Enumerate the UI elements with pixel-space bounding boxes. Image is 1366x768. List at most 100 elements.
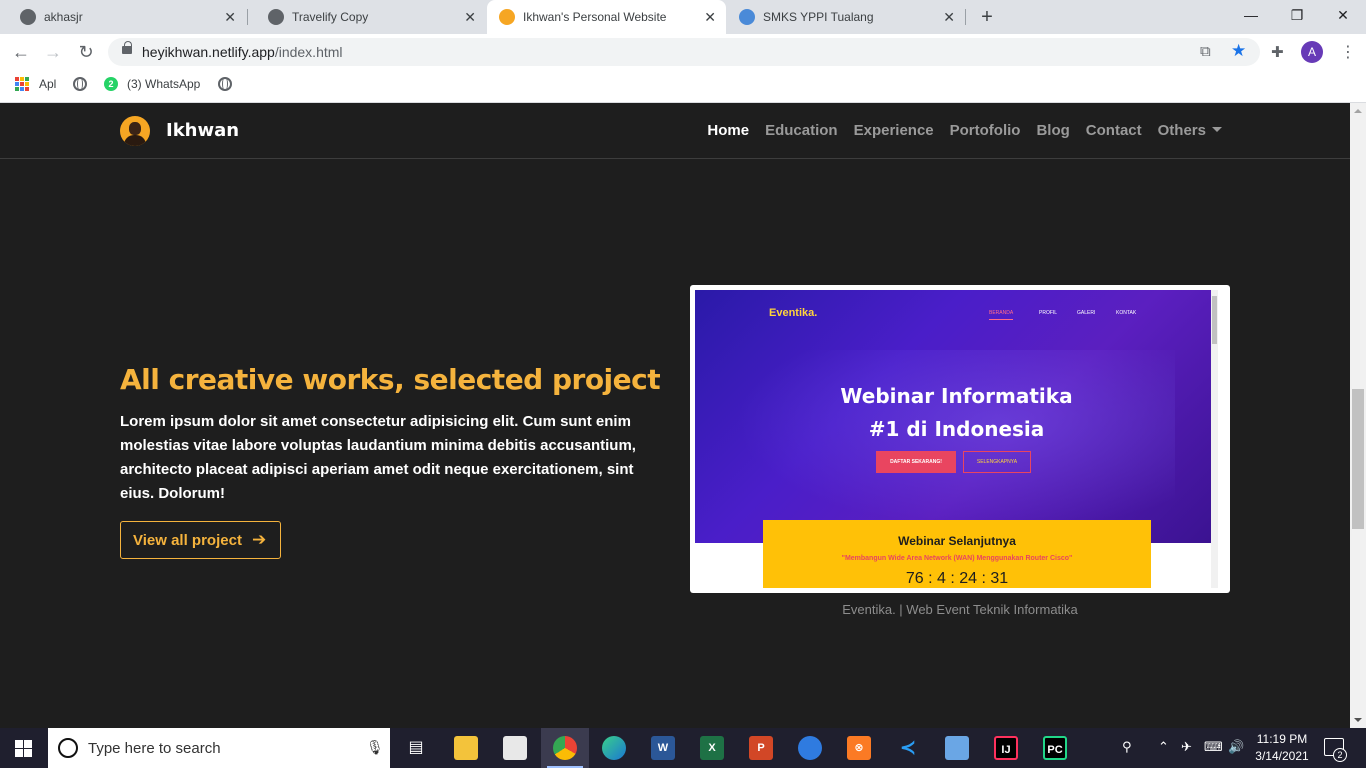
intellij-icon[interactable]: IJ	[994, 736, 1018, 760]
xampp-icon[interactable]: ⊗	[847, 736, 871, 760]
scrollbar-thumb[interactable]	[1352, 389, 1364, 529]
network-icon[interactable]: ✈	[1181, 739, 1192, 755]
microsoft-store-icon[interactable]	[503, 736, 527, 760]
section-title: All creative works, selected project	[120, 363, 661, 396]
tray-chevron-up-icon[interactable]: ⌃	[1158, 739, 1169, 755]
close-icon[interactable]: ✕	[704, 9, 716, 25]
project-caption: Eventika. | Web Event Teknik Informatika	[842, 602, 1078, 617]
microphone-icon[interactable]: 🎙	[366, 739, 384, 756]
translate-icon[interactable]: ⧉	[1200, 43, 1211, 60]
address-bar[interactable]: heyikhwan.netlify.app/index.html ⧉ ★	[108, 38, 1260, 66]
lock-icon[interactable]	[122, 41, 132, 54]
nav-contact[interactable]: Contact	[1086, 122, 1142, 139]
close-window-button[interactable]: ✕	[1320, 0, 1366, 30]
vscode-icon[interactable]: ≺	[896, 736, 920, 760]
volume-icon[interactable]: 🔊	[1228, 739, 1244, 755]
paint-3d-icon[interactable]	[798, 736, 822, 760]
bookmark-star-icon[interactable]: ★	[1231, 41, 1246, 61]
nav-blog[interactable]: Blog	[1036, 122, 1069, 139]
brand-avatar[interactable]	[120, 116, 150, 146]
word-icon[interactable]: W	[651, 736, 675, 760]
bookmark-globe-2[interactable]	[218, 77, 242, 91]
file-explorer-icon[interactable]	[454, 736, 478, 760]
tab-smks-yppi-tualang[interactable]: SMKS YPPI Tualang ✕	[727, 0, 965, 34]
avatar-favicon-icon	[499, 9, 515, 25]
chrome-icon[interactable]	[553, 736, 577, 760]
site-nav-links: Home Education Experience Portofolio Blo…	[707, 122, 1222, 139]
nav-others-dropdown[interactable]: Others	[1158, 122, 1222, 139]
nav-experience[interactable]: Experience	[854, 122, 934, 139]
avatar-face	[129, 122, 141, 135]
notification-count-badge: 2	[1333, 748, 1347, 762]
school-logo-icon	[739, 9, 755, 25]
nav-home[interactable]: Home	[707, 122, 749, 139]
globe-icon	[20, 9, 36, 25]
url-text[interactable]: heyikhwan.netlify.app/index.html	[142, 44, 343, 60]
preview-menu-item: BERANDA	[989, 310, 1014, 320]
preview-headline: Webinar Informatika	[840, 384, 1073, 408]
bookmark-label: Apl	[39, 77, 57, 91]
preview-next-webinar-card: Webinar Selanjutnya "Membangun Wide Area…	[763, 520, 1151, 588]
preview-logo: Eventika.	[769, 307, 818, 319]
preview-hero-banner: Eventika. BERANDA PROFIL GALERI KONTAK W…	[695, 290, 1218, 543]
windows-start-icon[interactable]	[15, 740, 32, 757]
virtualbox-icon[interactable]	[945, 736, 969, 760]
scroll-down-icon[interactable]	[1354, 718, 1362, 722]
chevron-down-icon	[1212, 127, 1222, 132]
bookmarks-bar: Apl 2 (3) WhatsApp	[0, 70, 1366, 103]
globe-icon	[73, 77, 87, 91]
task-view-icon[interactable]: ▤	[404, 736, 428, 760]
reload-button[interactable]: ↻	[74, 40, 98, 64]
taskbar-search-box[interactable]: Type here to search 🎙	[48, 728, 390, 768]
preview-menu-item: KONTAK	[1116, 310, 1137, 316]
people-icon[interactable]: ⚲	[1122, 739, 1132, 755]
tab-akhasjr[interactable]: akhasjr ✕	[0, 0, 246, 34]
new-tab-button[interactable]: +	[976, 6, 998, 29]
preview-headline: #1 di Indonesia	[868, 417, 1045, 441]
menu-kebab-icon[interactable]: ⋮	[1340, 42, 1356, 62]
back-button[interactable]: ←	[9, 40, 33, 64]
preview-scrollbar	[1211, 290, 1218, 588]
arrow-right-icon: ➔	[251, 530, 267, 549]
restore-button[interactable]: ❐	[1274, 0, 1320, 30]
edge-icon[interactable]	[602, 736, 626, 760]
excel-icon[interactable]: X	[700, 736, 724, 760]
powerpoint-icon[interactable]: P	[749, 736, 773, 760]
nav-education[interactable]: Education	[765, 122, 838, 139]
brand-name[interactable]: Ikhwan	[166, 120, 239, 141]
pycharm-icon[interactable]: PC	[1043, 736, 1067, 760]
project-preview-frame[interactable]: Eventika. BERANDA PROFIL GALERI KONTAK W…	[690, 285, 1230, 593]
close-icon[interactable]: ✕	[224, 9, 236, 25]
avatar-body	[124, 135, 146, 146]
view-all-project-button[interactable]: View all project ➔	[120, 521, 281, 559]
preview-register-button: DAFTAR SEKARANG!	[876, 451, 956, 473]
profile-avatar[interactable]: A	[1301, 41, 1323, 63]
clock-time: 11:19 PM	[1256, 732, 1308, 746]
scroll-up-icon[interactable]	[1354, 109, 1362, 113]
url-path: /index.html	[274, 44, 343, 60]
preview-countdown: 76 : 4 : 24 : 31	[905, 570, 1009, 587]
close-icon[interactable]: ✕	[464, 9, 476, 25]
minimize-button[interactable]: —	[1228, 0, 1274, 30]
forward-button[interactable]: →	[41, 40, 65, 64]
nav-portofolio[interactable]: Portofolio	[950, 122, 1021, 139]
bookmark-label: (3) WhatsApp	[127, 77, 201, 91]
taskbar-clock[interactable]: 11:19 PM 3/14/2021	[1252, 731, 1312, 765]
bookmark-globe-1[interactable]	[73, 77, 97, 91]
ime-icon[interactable]: ⌨	[1204, 739, 1223, 755]
tab-title: Ikhwan's Personal Website	[523, 10, 667, 24]
tab-travelify-copy[interactable]: Travelify Copy ✕	[248, 0, 486, 34]
apps-grid-icon	[15, 77, 29, 91]
search-placeholder: Type here to search	[88, 740, 221, 757]
extensions-puzzle-icon[interactable]: ✚	[1271, 43, 1284, 61]
website-viewport: Ikhwan Home Education Experience Portofo…	[0, 103, 1350, 728]
preview-menu-item: PROFIL	[1039, 310, 1058, 316]
project-screenshot: Eventika. BERANDA PROFIL GALERI KONTAK W…	[695, 290, 1218, 588]
close-icon[interactable]: ✕	[943, 9, 955, 25]
browser-toolbar: ← → ↻ heyikhwan.netlify.app/index.html ⧉…	[0, 34, 1366, 70]
bookmark-whatsapp[interactable]: 2 (3) WhatsApp	[104, 77, 200, 91]
tab-ikhwan-personal-website[interactable]: Ikhwan's Personal Website ✕	[487, 0, 726, 34]
bookmark-apps[interactable]: Apl	[15, 77, 56, 91]
page-scrollbar[interactable]	[1350, 103, 1366, 728]
button-label: View all project	[133, 531, 242, 549]
